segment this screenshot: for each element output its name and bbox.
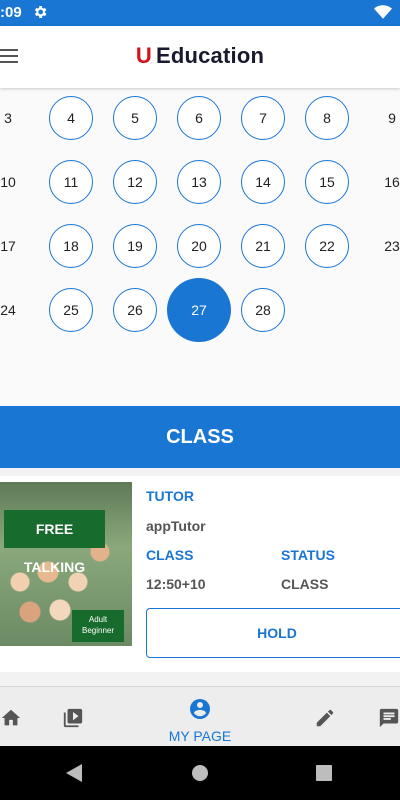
class-header: CLASS [0, 406, 400, 468]
recents-icon[interactable] [316, 765, 332, 781]
calendar-day[interactable]: 12 [113, 160, 157, 204]
video-library-icon[interactable] [62, 707, 84, 729]
calendar-day[interactable]: 5 [113, 96, 157, 140]
class-time-value: 12:50+10 [146, 576, 206, 592]
clock: :09 [0, 4, 22, 21]
hold-button[interactable]: HOLD [146, 608, 400, 658]
tutor-value: appTutor [146, 518, 206, 534]
tutor-label: TUTOR [146, 488, 194, 504]
calendar-day[interactable]: 19 [113, 224, 157, 268]
logo-mark: U [135, 43, 152, 68]
level-line-1: Adult [88, 615, 108, 624]
level-line-2: Beginner [81, 626, 115, 635]
calendar-day[interactable]: 6 [177, 96, 221, 140]
gear-icon [34, 6, 47, 18]
app-logo: U Education [0, 43, 400, 69]
calendar-day[interactable]: 23 [382, 224, 400, 268]
bottom-nav: MY PAGE [0, 686, 400, 747]
home-icon[interactable] [0, 707, 22, 729]
calendar-day[interactable]: 16 [382, 160, 400, 204]
nav-my-page[interactable]: MY PAGE [150, 697, 250, 744]
calendar-day[interactable]: 10 [0, 160, 18, 204]
app-bar: U Education [0, 26, 400, 88]
calendar-day[interactable]: 3 [0, 96, 18, 140]
calendar-day[interactable]: 20 [177, 224, 221, 268]
chat-icon[interactable] [378, 707, 400, 729]
calendar-day[interactable]: 22 [305, 224, 349, 268]
class-label: CLASS [146, 547, 194, 563]
logo-text: Education [155, 43, 265, 68]
system-nav-bar [0, 746, 400, 800]
status-label: STATUS [281, 547, 335, 563]
calendar-day-selected[interactable]: 27 [167, 278, 231, 342]
calendar-day[interactable]: 4 [49, 96, 93, 140]
account-circle-icon [190, 699, 210, 719]
thumbnail-level: Adult Beginner [72, 610, 124, 642]
calendar-day[interactable]: 13 [177, 160, 221, 204]
calendar-day[interactable]: 14 [241, 160, 285, 204]
nav-my-page-label: MY PAGE [168, 728, 232, 744]
back-icon[interactable] [66, 764, 82, 782]
calendar-day[interactable]: 15 [305, 160, 349, 204]
status-value: CLASS [281, 576, 329, 592]
calendar-day[interactable]: 11 [49, 160, 93, 204]
home-circle-icon[interactable] [192, 765, 208, 781]
calendar-day[interactable]: 17 [0, 224, 18, 268]
calendar-day[interactable]: 9 [382, 96, 400, 140]
calendar-day[interactable]: 24 [0, 288, 18, 332]
edit-icon[interactable] [314, 707, 336, 729]
lesson-card: FREE TALKING Adult Beginner TUTOR appTut… [0, 476, 400, 672]
calendar-day[interactable]: 7 [241, 96, 285, 140]
calendar-day[interactable]: 18 [49, 224, 93, 268]
calendar-day[interactable]: 25 [49, 288, 93, 332]
lesson-thumbnail[interactable]: FREE TALKING Adult Beginner [0, 482, 132, 646]
thumbnail-title: FREE TALKING [4, 510, 105, 575]
calendar-day[interactable]: 21 [241, 224, 285, 268]
calendar-day[interactable]: 8 [305, 96, 349, 140]
calendar: 3 4 5 6 7 8 9 10 11 12 13 14 15 16 17 18… [0, 88, 400, 406]
calendar-day[interactable]: 28 [241, 288, 285, 332]
status-bar: :09 [0, 0, 400, 26]
calendar-day[interactable]: 26 [113, 288, 157, 332]
wifi-icon [374, 5, 392, 19]
